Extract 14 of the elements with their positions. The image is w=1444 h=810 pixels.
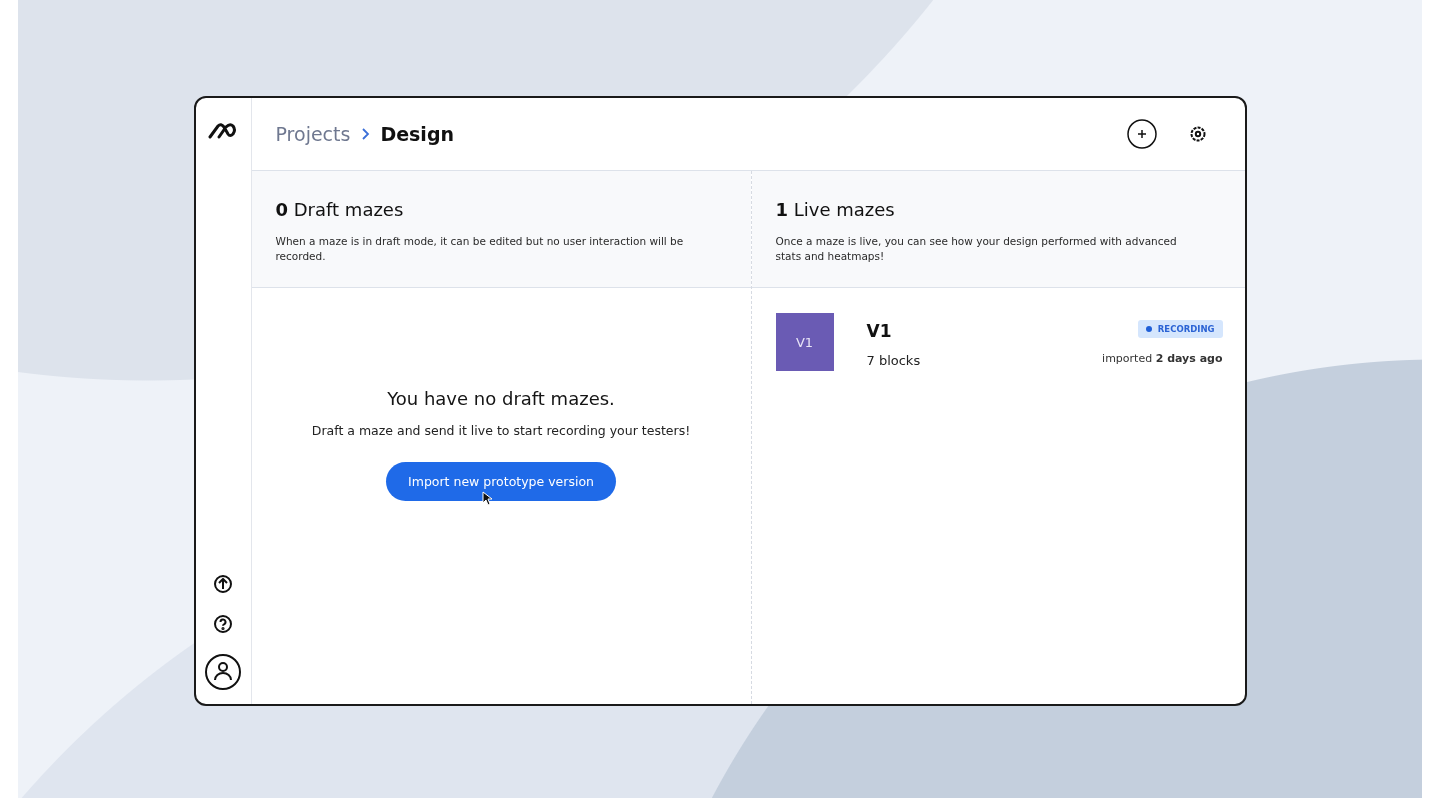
import-date: imported 2 days ago: [1102, 352, 1223, 365]
empty-title: You have no draft mazes.: [387, 388, 615, 409]
block-count: 7 blocks: [866, 353, 922, 368]
section-heading: 1 Live mazes: [775, 199, 896, 220]
section-heading: 0 Draft mazes: [275, 199, 405, 220]
breadcrumb-link[interactable]: Projects: [275, 123, 351, 145]
section-description: When a maze is in draft mode, it can be edited but no user interaction will be recorded.: [275, 234, 685, 264]
empty-text: Draft a maze and send it live to start recording your testers!: [311, 423, 691, 438]
maze-name: V1: [866, 321, 893, 341]
breadcrumb-current: Design: [380, 123, 454, 145]
import-button[interactable]: Import new prototype version: [386, 462, 616, 501]
maze-thumbnail[interactable]: V1: [775, 313, 834, 371]
status-badge: RECORDING: [1137, 320, 1223, 338]
section-description: Once a maze is live, you can see how your design performed with advanced stats and heatmaps!: [775, 234, 1178, 264]
